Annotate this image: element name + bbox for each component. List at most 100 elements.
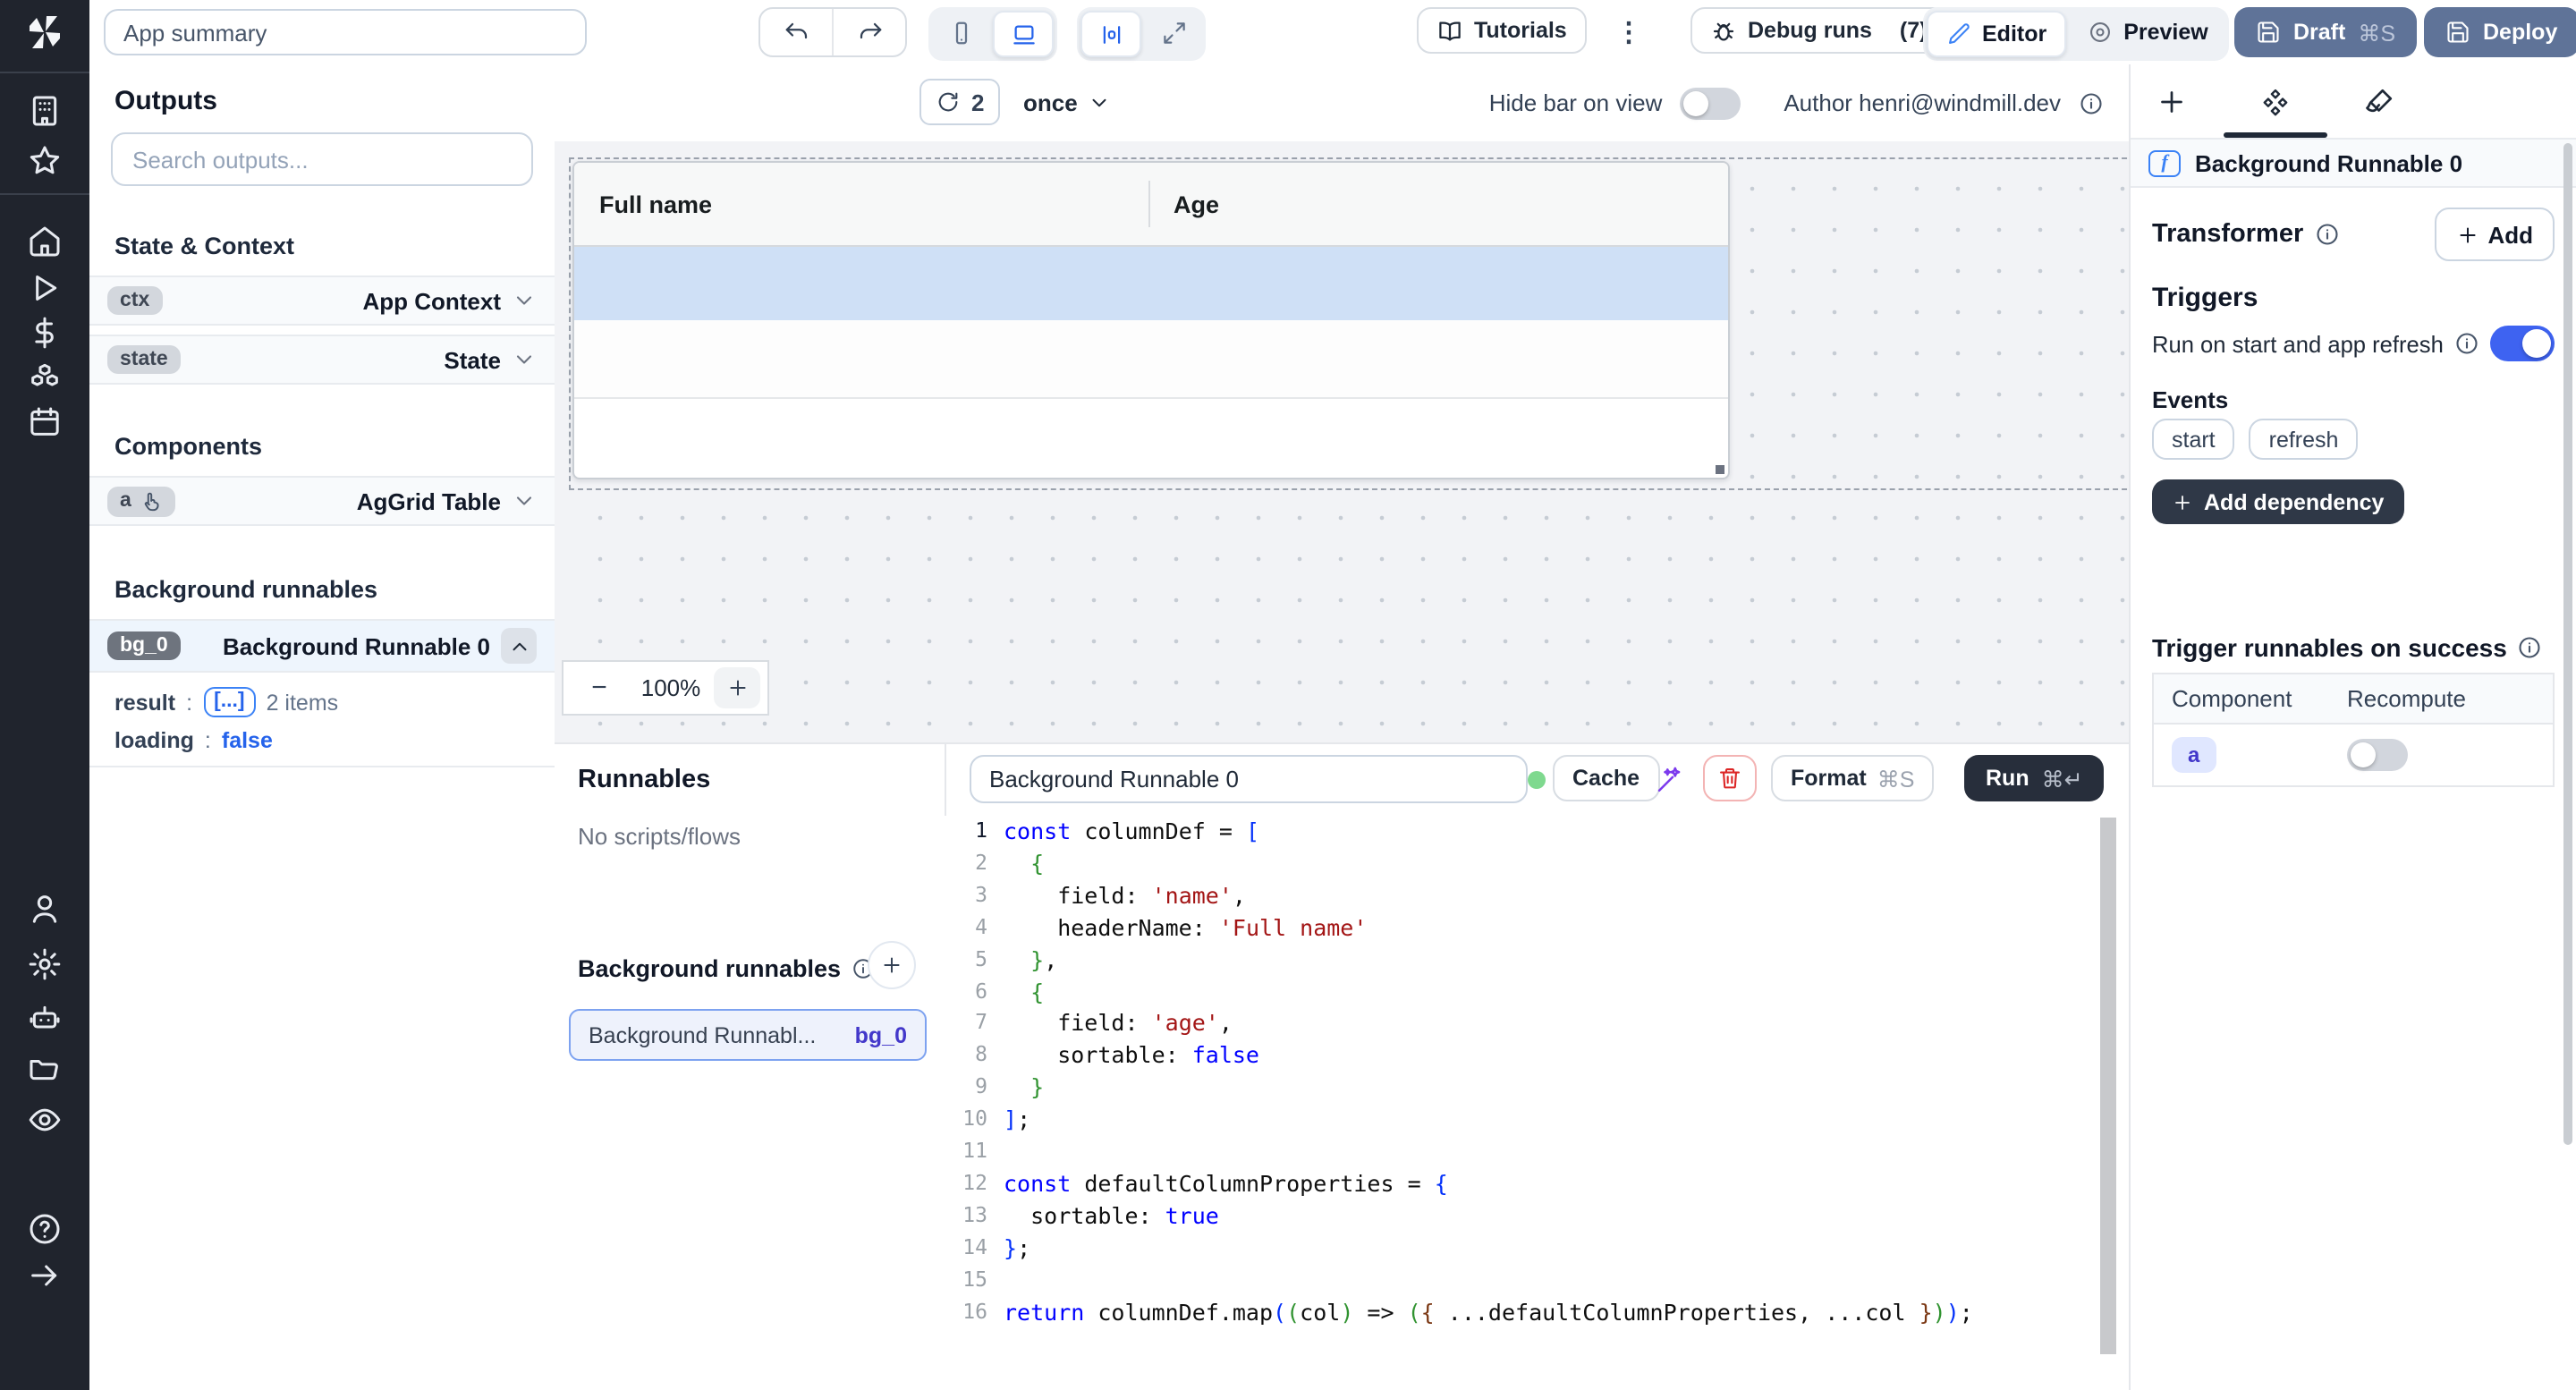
- code-editor[interactable]: 1const columnDef = [2 {3 field: 'name',4…: [945, 816, 2129, 1390]
- cache-button[interactable]: Cache: [1553, 755, 1659, 801]
- editor-scrollbar[interactable]: [2100, 818, 2116, 1354]
- redo-button[interactable]: [832, 9, 905, 55]
- code-line[interactable]: 13 sortable: true: [945, 1200, 2129, 1233]
- code-line[interactable]: 11: [945, 1136, 2129, 1168]
- table-column-header[interactable]: Age: [1174, 191, 1219, 217]
- debug-runs-button[interactable]: Debug runs (7): [1690, 7, 1946, 54]
- no-scripts-label: No scripts/flows: [578, 823, 741, 850]
- workers-robot-icon[interactable]: [27, 1000, 63, 1036]
- full-width-layout-button[interactable]: [1145, 11, 1202, 54]
- centered-layout-button[interactable]: [1080, 11, 1141, 57]
- deploy-button[interactable]: Deploy: [2424, 7, 2576, 57]
- output-row-state[interactable]: state State: [89, 335, 555, 385]
- workspace-building-icon[interactable]: [27, 93, 63, 129]
- resources-boxes-icon[interactable]: [27, 358, 63, 394]
- component-resize-handle[interactable]: [1716, 465, 1724, 474]
- code-line[interactable]: 8 sortable: false: [945, 1040, 2129, 1072]
- code-line[interactable]: 14};: [945, 1233, 2129, 1265]
- zoom-in-button[interactable]: [714, 667, 760, 708]
- hide-bar-toggle[interactable]: [1680, 87, 1741, 119]
- info-icon[interactable]: [2314, 222, 2339, 247]
- outputs-title: Outputs: [114, 86, 217, 116]
- draft-button[interactable]: Draft⌘S: [2234, 7, 2417, 57]
- code-line[interactable]: 4 headerName: 'Full name': [945, 911, 2129, 944]
- app-summary-input[interactable]: [104, 9, 587, 55]
- search-outputs-input[interactable]: [111, 132, 533, 186]
- users-icon[interactable]: [27, 891, 63, 927]
- expand-sidebar-arrow-icon[interactable]: [27, 1258, 63, 1293]
- undo-button[interactable]: [760, 9, 832, 55]
- windmill-logo-icon[interactable]: [23, 11, 66, 54]
- run-on-start-toggle[interactable]: [2490, 326, 2555, 361]
- code-line[interactable]: 1const columnDef = [: [945, 816, 2129, 848]
- styling-brush-tab[interactable]: [2363, 86, 2395, 118]
- chevron-down-icon[interactable]: [512, 347, 537, 372]
- audit-eye-icon[interactable]: [27, 1102, 63, 1138]
- run-button[interactable]: Run⌘↵: [1964, 755, 2105, 801]
- aggrid-table-component[interactable]: Full name Age: [572, 161, 1730, 479]
- favorites-star-icon[interactable]: [27, 143, 63, 179]
- desktop-view-button[interactable]: [993, 11, 1054, 57]
- add-background-runnable-button[interactable]: [868, 941, 916, 989]
- code-line[interactable]: 6 {: [945, 976, 2129, 1008]
- code-line[interactable]: 3 field: 'name',: [945, 880, 2129, 912]
- info-icon[interactable]: [2518, 635, 2543, 660]
- add-dependency-button[interactable]: Add dependency: [2152, 479, 2403, 524]
- table-column-header[interactable]: Full name: [574, 191, 712, 217]
- code-line[interactable]: 7 field: 'age',: [945, 1008, 2129, 1040]
- format-button[interactable]: Format⌘S: [1771, 755, 1934, 801]
- trigger-on-success-title: Trigger runnables on success: [2152, 633, 2555, 662]
- more-menu-button[interactable]: ⋮: [1615, 16, 1642, 48]
- settings-components-tab[interactable]: [2259, 86, 2292, 118]
- recompute-toggle[interactable]: [2347, 739, 2408, 771]
- settings-gear-icon[interactable]: [27, 946, 63, 982]
- panel-scrollbar[interactable]: [2563, 143, 2572, 1145]
- mobile-view-button[interactable]: [932, 11, 989, 54]
- code-line[interactable]: 5 },: [945, 944, 2129, 976]
- code-line[interactable]: 16return columnDef.map((col) => ({ ...de…: [945, 1296, 2129, 1328]
- runnable-name-input[interactable]: [970, 755, 1528, 803]
- home-icon[interactable]: [27, 224, 63, 259]
- code-line[interactable]: 15: [945, 1264, 2129, 1296]
- refresh-count-button[interactable]: 2: [919, 79, 1000, 125]
- chevron-down-icon[interactable]: [512, 488, 537, 513]
- pencil-icon: [1946, 21, 1971, 47]
- ai-wand-icon[interactable]: [1653, 764, 1683, 794]
- app-canvas[interactable]: Full name Age − 100%: [555, 141, 2129, 742]
- code-line[interactable]: 12const defaultColumnProperties = {: [945, 1168, 2129, 1200]
- output-row-bg0[interactable]: bg_0 Background Runnable 0: [89, 619, 555, 673]
- runs-play-icon[interactable]: [27, 270, 63, 306]
- section-divider: [89, 766, 555, 767]
- chevron-down-icon: [1089, 90, 1112, 114]
- output-row-ctx[interactable]: ctx App Context: [89, 275, 555, 326]
- delete-runnable-button[interactable]: [1703, 755, 1757, 801]
- code-line[interactable]: 2 {: [945, 848, 2129, 880]
- output-row-component-a[interactable]: a AgGrid Table: [89, 476, 555, 526]
- preview-tab[interactable]: Preview: [2070, 11, 2226, 54]
- refresh-mode-dropdown[interactable]: once: [1023, 79, 1112, 125]
- column-divider[interactable]: [1148, 181, 1150, 227]
- zoom-out-button[interactable]: −: [571, 673, 628, 703]
- runnables-title: Runnables: [578, 766, 710, 794]
- variables-dollar-icon[interactable]: [27, 315, 63, 351]
- table-row-selected[interactable]: [574, 247, 1728, 320]
- background-runnable-item[interactable]: Background Runnabl... bg_0: [569, 1009, 927, 1061]
- code-line[interactable]: 9 }: [945, 1072, 2129, 1105]
- help-icon[interactable]: [27, 1211, 63, 1247]
- info-icon[interactable]: [2079, 90, 2104, 115]
- info-icon[interactable]: [2454, 331, 2479, 356]
- insert-component-tab[interactable]: [2156, 86, 2188, 118]
- chevron-down-icon[interactable]: [512, 288, 537, 313]
- tutorials-button[interactable]: Tutorials: [1417, 7, 1587, 54]
- code-lines: 1const columnDef = [2 {3 field: 'name',4…: [945, 816, 2129, 1328]
- code-line[interactable]: 10];: [945, 1104, 2129, 1136]
- table-row[interactable]: [574, 320, 1728, 399]
- events-label: Events: [2152, 386, 2555, 413]
- component-a-chip: a: [2172, 737, 2216, 773]
- collapse-bg0-button[interactable]: [501, 628, 537, 664]
- editor-tab[interactable]: Editor: [1927, 11, 2066, 57]
- schedules-calendar-icon[interactable]: [27, 404, 63, 440]
- add-transformer-button[interactable]: Add: [2434, 208, 2555, 261]
- folders-icon[interactable]: [27, 1050, 63, 1086]
- expand-result-button[interactable]: [...]: [203, 687, 256, 717]
